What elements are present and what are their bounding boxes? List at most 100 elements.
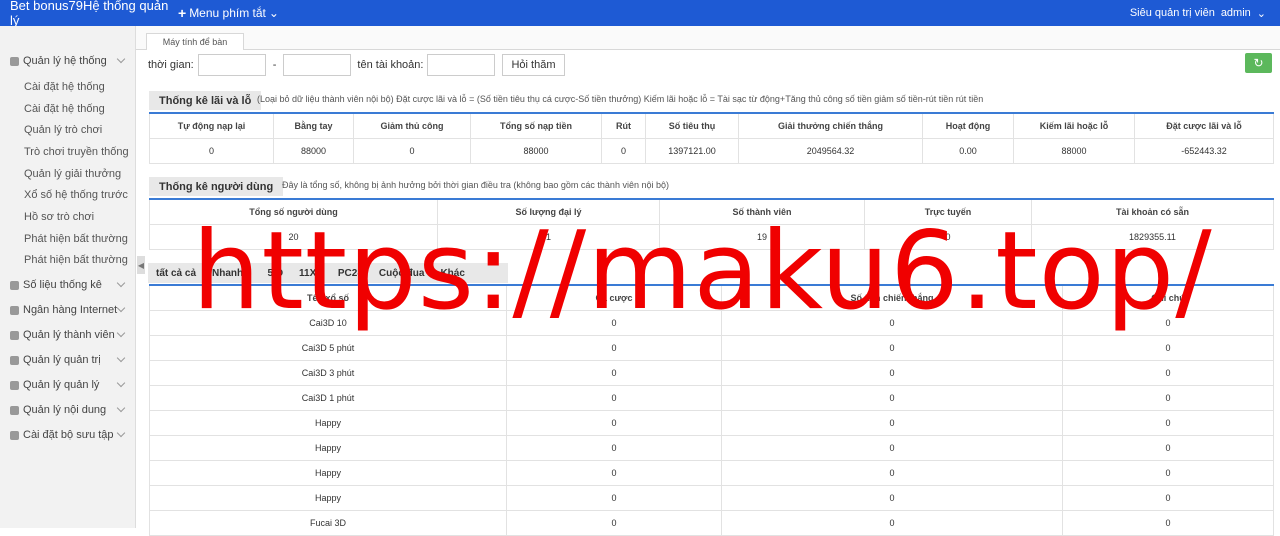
table-header: Giải thưởng chiến thắng — [738, 112, 923, 139]
table-cell: 0 — [149, 137, 274, 164]
table-cell: 0 — [506, 334, 722, 361]
query-button[interactable]: Hỏi thăm — [502, 54, 565, 76]
table-row: Happy 0 0 0 — [149, 434, 1274, 461]
table-row: Fucai 3D 0 0 0 — [149, 509, 1274, 536]
table-header: Số tiêu thụ — [645, 112, 739, 139]
table-header: Giảm thủ công — [353, 112, 471, 139]
plus-icon: + — [178, 5, 187, 21]
table-header-row: Tên xổ số Cá cược Số tiền chiến thắng Gh… — [149, 284, 1274, 311]
tab-racing[interactable]: Cuộc đua — [371, 268, 433, 279]
table-cell: 0 — [1062, 434, 1274, 461]
sidebar-group-system[interactable]: Quản lý hệ thống — [0, 50, 136, 72]
table-cell: 0 — [1062, 409, 1274, 436]
chevron-icon — [116, 403, 126, 413]
table-cell: Happy — [149, 409, 507, 436]
tab-all[interactable]: tất cả cả — [148, 268, 204, 279]
sidebar-item[interactable]: Cài đặt hệ thống — [24, 81, 105, 93]
tab-11x5[interactable]: 11X5 — [291, 268, 330, 279]
table-cell: 0 — [506, 509, 722, 536]
table-cell: 0 — [721, 434, 1063, 461]
tab-other[interactable]: Khác — [432, 268, 472, 279]
refresh-button[interactable]: ↻ — [1245, 53, 1272, 73]
table-header: Số lượng đại lý — [437, 198, 660, 225]
user-area[interactable]: Siêu quản trị viên admin ⌄ — [1130, 0, 1266, 26]
table-cell: 0 — [1062, 309, 1274, 336]
top-bar: Bet bonus79Hệ thống quản lý + Menu phím … — [0, 0, 1280, 28]
tab-bar: Máy tính để bàn — [136, 26, 1280, 50]
users-note: Đây là tổng số, không bị ảnh hưởng bởi t… — [282, 180, 669, 190]
sidebar-item[interactable]: Trò chơi truyền thống — [24, 146, 129, 158]
table-header: Tên xổ số — [149, 284, 507, 311]
sidebar-group-label: Cài đặt bộ sưu tập — [23, 429, 114, 441]
table-cell: 20 — [149, 223, 438, 250]
table-cell: 0 — [1062, 509, 1274, 536]
user-icon — [10, 355, 19, 365]
table-row: Cai3D 1 phút 0 0 0 — [149, 384, 1274, 411]
table-cell: 0 — [506, 409, 722, 436]
list-icon — [10, 330, 19, 340]
chevron-icon — [116, 54, 126, 64]
table-header: Kiếm lãi hoặc lỗ — [1013, 112, 1135, 139]
end-date-input[interactable] — [283, 54, 352, 76]
sidebar-item[interactable]: Quản lý giải thưởng — [24, 168, 121, 180]
sidebar-collapse-handle[interactable]: ◀ — [137, 256, 145, 274]
sidebar-group-content[interactable]: Quản lý nội dung — [0, 399, 136, 421]
gift-icon — [10, 380, 19, 390]
table-row: Cai3D 10 0 0 0 — [149, 309, 1274, 336]
chevron-icon — [116, 278, 126, 288]
table-cell: 0 — [1062, 459, 1274, 486]
sidebar-group-members[interactable]: Quản lý thành viên — [0, 324, 136, 346]
sidebar-group-label: Quản lý nội dung — [23, 404, 107, 416]
table-cell: 88000 — [1013, 137, 1135, 164]
table-cell: 0 — [1062, 484, 1274, 511]
tab-pc28[interactable]: PC28 — [330, 268, 371, 279]
shortcut-menu[interactable]: + Menu phím tắt ⌄ — [178, 5, 279, 21]
sidebar-item[interactable]: Quản lý trò chơi — [24, 124, 102, 136]
sidebar-group-label: Quản lý thành viên — [23, 329, 115, 341]
sidebar-group-collection[interactable]: Cài đặt bộ sưu tập — [0, 424, 136, 446]
sidebar-group-statistics[interactable]: Số liệu thống kê — [0, 274, 136, 296]
sidebar-group-label: Số liệu thống kê — [23, 279, 102, 291]
table-cell: 0 — [506, 384, 722, 411]
sidebar-group-admins[interactable]: Quản lý quản trị — [0, 349, 136, 371]
brand-title[interactable]: Bet bonus79Hệ thống quản lý — [0, 0, 178, 28]
sidebar-group-label: Quản lý hệ thống — [23, 55, 107, 67]
tab-desktop[interactable]: Máy tính để bàn — [146, 33, 244, 50]
table-cell: 0 — [721, 509, 1063, 536]
sidebar-item[interactable]: Xổ số hệ thống trước — [24, 189, 128, 201]
sidebar-group-label: Quản lý quản trị — [23, 354, 101, 366]
table-header: Ghi chú — [1062, 284, 1274, 311]
table-cell: 2049564.32 — [738, 137, 923, 164]
sidebar-group-label: Quản lý quản lý — [23, 379, 100, 391]
table-cell: 0 — [601, 137, 646, 164]
table-header: Đặt cược lãi và lỗ — [1134, 112, 1274, 139]
lottery-table: Tên xổ số Cá cược Số tiền chiến thắng Gh… — [149, 284, 1274, 536]
table-cell: 0 — [721, 359, 1063, 386]
sidebar-item[interactable]: Cài đặt hệ thống — [24, 103, 105, 115]
sidebar-group-bank[interactable]: Ngân hàng Internet — [0, 299, 136, 321]
table-cell: 0 — [721, 484, 1063, 511]
tab-fast3[interactable]: Nhanh 3 — [204, 268, 259, 279]
chevron-icon — [116, 303, 126, 313]
bank-icon — [10, 305, 19, 315]
profit-section-title: Thống kê lãi và lỗ — [149, 91, 262, 110]
tab-5d[interactable]: 5 D — [259, 268, 291, 279]
sidebar-item[interactable]: Phát hiện bất thường — [24, 233, 128, 245]
account-label: tên tài khoản: — [357, 59, 424, 71]
sidebar-item[interactable]: Hồ sơ trò chơi — [24, 211, 94, 223]
start-date-input[interactable] — [197, 54, 266, 76]
table-header: Rút — [601, 112, 646, 139]
username[interactable]: admin — [1221, 7, 1251, 19]
chevron-down-icon: ⌄ — [268, 6, 279, 20]
table-header: Cá cược — [506, 284, 722, 311]
profit-table: Tự động nạp lại Bằng tay Giảm thủ công T… — [149, 112, 1274, 164]
sidebar-group-management[interactable]: Quản lý quản lý — [0, 374, 136, 396]
sidebar-item[interactable]: Phát hiện bất thường — [24, 254, 128, 266]
table-header: Tài khoản có sẵn — [1031, 198, 1274, 225]
table-row: Happy 0 0 0 — [149, 484, 1274, 511]
account-input[interactable] — [427, 54, 496, 76]
table-cell: Cai3D 1 phút — [149, 384, 507, 411]
table-row: Happy 0 0 0 — [149, 409, 1274, 436]
filter-bar: thời gian: - tên tài khoản: Hỏi thăm — [148, 54, 565, 76]
table-header: Số thành viên — [659, 198, 865, 225]
